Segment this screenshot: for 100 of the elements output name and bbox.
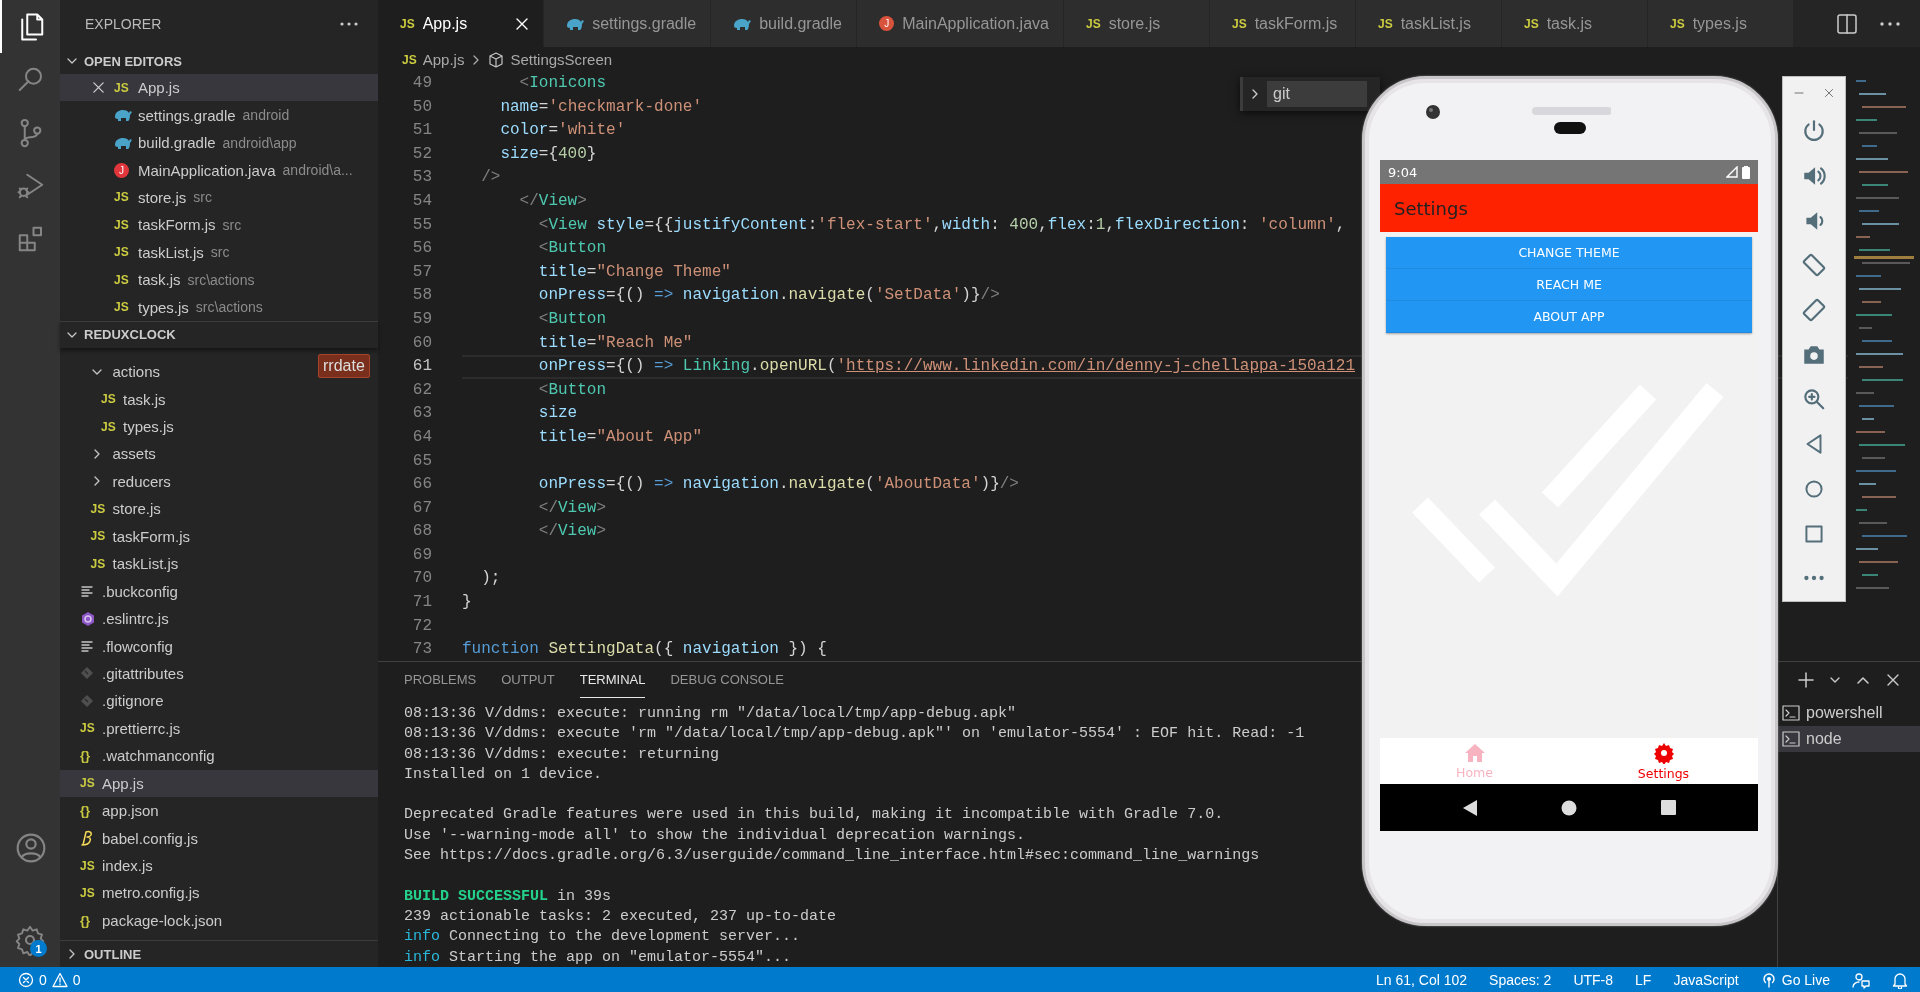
editor-tab[interactable]: settings.gradle: [544, 0, 712, 47]
line-number: 57: [411, 261, 433, 283]
bell-icon[interactable]: [1892, 970, 1908, 989]
js-icon: JS: [114, 217, 130, 232]
folder-item[interactable]: assets: [60, 440, 156, 468]
js-icon: JS: [1523, 16, 1539, 31]
file-path: android\a...: [282, 162, 353, 179]
line-number: 69: [411, 544, 433, 566]
lines-icon: [80, 584, 94, 599]
line-number: 49: [411, 73, 433, 94]
open-editor-item[interactable]: build.gradle android\app: [60, 128, 297, 157]
error-icon[interactable]: [18, 971, 34, 988]
terminal-line: info Connecting to the development server...: [404, 928, 801, 946]
js-icon: JS: [80, 858, 96, 873]
notification-badge: 1: [30, 940, 47, 957]
file-item[interactable]: {} .watchmanconfig: [60, 742, 215, 770]
hexagon-icon: [80, 610, 96, 627]
editor-tab[interactable]: JS taskForm.js: [1209, 0, 1356, 47]
file-item[interactable]: JS index.js: [60, 851, 153, 880]
panel-tab[interactable]: TERMINAL: [579, 662, 646, 698]
folder-item[interactable]: actions: [60, 357, 161, 386]
account-icon[interactable]: [15, 831, 47, 864]
editor-tab[interactable]: JS types.js: [1647, 0, 1794, 47]
feedback-icon[interactable]: [1852, 970, 1870, 989]
editor-tab[interactable]: JS App.js: [378, 0, 545, 47]
status-item[interactable]: Ln 61, Col 102: [1376, 971, 1468, 988]
editor-tab[interactable]: JS store.js: [1063, 0, 1210, 47]
error-count: 0: [39, 971, 47, 988]
open-editor-item[interactable]: JS types.js src\actions: [60, 293, 263, 321]
rotate-right-icon[interactable]: [1801, 297, 1827, 324]
panel-tab[interactable]: DEBUG CONSOLE: [670, 662, 784, 698]
open-editor-item[interactable]: JS taskForm.js src: [60, 211, 242, 239]
file-item[interactable]: .gitattributes: [60, 659, 184, 688]
close-icon[interactable]: [92, 81, 105, 95]
file-item[interactable]: .buckconfig: [60, 577, 178, 605]
status-item[interactable]: LF: [1635, 971, 1652, 988]
file-item[interactable]: JS metro.config.js: [60, 879, 200, 907]
file-item[interactable]: .eslintrc.js: [60, 604, 169, 633]
split-editor-icon[interactable]: [1836, 12, 1858, 35]
more-icon[interactable]: [1880, 21, 1900, 26]
terminal-item[interactable]: node: [1778, 726, 1920, 752]
warning-count: 0: [72, 971, 81, 988]
overview-icon[interactable]: [1661, 800, 1677, 815]
file-item[interactable]: .gitignore: [60, 687, 164, 715]
close-icon[interactable]: [1886, 673, 1900, 687]
file-item[interactable]: {} package-lock.json: [60, 906, 223, 935]
editor-tab[interactable]: JS taskList.js: [1355, 0, 1502, 47]
open-editor-item[interactable]: JS task.js src\actions: [60, 266, 255, 294]
js-icon: JS: [114, 245, 130, 260]
open-editor-item[interactable]: settings.gradle android: [60, 101, 290, 129]
elephant-icon: [114, 135, 132, 150]
js-icon: JS: [101, 392, 117, 407]
js-icon: JS: [400, 16, 415, 31]
home-button-icon[interactable]: [1561, 799, 1578, 816]
file-path: src: [210, 244, 230, 261]
find-field[interactable]: git: [1267, 81, 1367, 107]
panel-tab[interactable]: PROBLEMS: [404, 662, 477, 698]
line-number: 66: [411, 474, 433, 496]
file-item[interactable]: JS task.js: [60, 385, 166, 413]
file-item[interactable]: JS .prettierrc.js: [60, 714, 181, 743]
open-editor-item[interactable]: JS App.js: [60, 74, 378, 102]
rotate-left-icon[interactable]: [1801, 252, 1827, 279]
section-header[interactable]: REDUXCLOCK: [60, 320, 378, 348]
file-item[interactable]: JS types.js: [60, 412, 174, 441]
line-number: 55: [411, 214, 433, 236]
plus-icon[interactable]: [1798, 672, 1814, 688]
go-live-button[interactable]: Go Live: [1760, 971, 1830, 988]
breadcrumb-item[interactable]: App.js: [422, 51, 465, 68]
folder-item[interactable]: reducers: [60, 467, 171, 496]
file-item[interactable]: {} app.json: [60, 796, 159, 825]
file-item[interactable]: JS taskForm.js: [60, 522, 190, 550]
status-item[interactable]: JavaScript: [1673, 971, 1739, 988]
line-number: 50: [411, 96, 433, 118]
editor-tab[interactable]: build.gradle: [711, 0, 858, 47]
code-line: onPress={() => Linking.openURL('https://www.linkedin.com/in/denny-j-chellappa-150a121: [537, 357, 1355, 377]
back-icon[interactable]: [1461, 798, 1478, 817]
file-item[interactable]: .flowconfig: [60, 632, 173, 660]
file-item[interactable]: babel.config.js: [60, 824, 198, 852]
code-line: size: [537, 404, 578, 424]
file-item[interactable]: JS store.js: [60, 495, 161, 523]
warning-icon[interactable]: [51, 971, 68, 988]
js-icon: JS: [114, 190, 130, 205]
status-item[interactable]: UTF-8: [1573, 971, 1614, 988]
open-editor-item[interactable]: JS store.js src: [60, 183, 213, 212]
status-item[interactable]: Spaces: 2: [1489, 971, 1552, 988]
open-editor-item[interactable]: JS taskList.js src: [60, 238, 230, 267]
more-icon[interactable]: [340, 22, 358, 26]
chevron-down-icon[interactable]: [1830, 675, 1840, 685]
open-editor-item[interactable]: J MainApplication.java android\a...: [60, 156, 353, 184]
panel-tab[interactable]: OUTPUT: [501, 662, 555, 698]
editor-tab[interactable]: J MainApplication.java: [857, 0, 1064, 47]
settings-icon[interactable]: [14, 924, 46, 956]
file-item[interactable]: JS App.js: [60, 769, 378, 797]
terminal-item[interactable]: powershell: [1778, 700, 1920, 726]
editor-tab[interactable]: JS task.js: [1501, 0, 1648, 47]
section-header[interactable]: OPEN EDITORS: [60, 48, 378, 74]
braces-icon: {}: [80, 912, 94, 928]
breadcrumb-item[interactable]: SettingsScreen: [510, 51, 613, 68]
bottom-tab[interactable]: Settings: [1569, 738, 1758, 784]
file-item[interactable]: JS taskList.js: [60, 550, 179, 578]
